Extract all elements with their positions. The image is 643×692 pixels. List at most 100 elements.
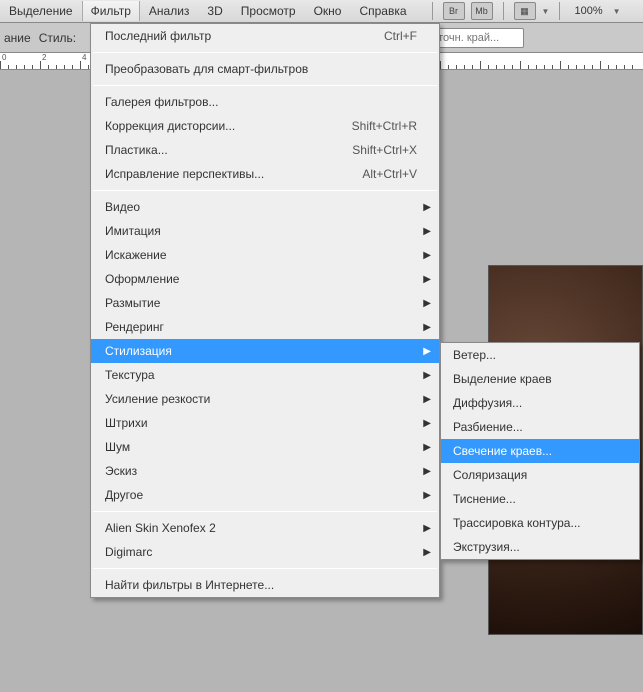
- menu-item-label: Преобразовать для смарт-фильтров: [105, 62, 308, 76]
- menu-view[interactable]: Просмотр: [232, 1, 305, 21]
- menu-item[interactable]: Видео ▶: [91, 195, 439, 219]
- menu-separator: [93, 190, 437, 191]
- ruler-mark: 2: [42, 53, 46, 62]
- submenu-item[interactable]: Свечение краев...: [441, 439, 639, 463]
- shortcut-label: Alt+Ctrl+V: [362, 167, 417, 181]
- submenu-arrow-icon: ▶: [423, 547, 431, 558]
- menu-item-label: Размытие: [105, 296, 160, 310]
- menu-item-label: Найти фильтры в Интернете...: [105, 578, 274, 592]
- menu-item[interactable]: Преобразовать для смарт-фильтров: [91, 57, 439, 81]
- menu-separator: [93, 511, 437, 512]
- menu-help[interactable]: Справка: [350, 1, 415, 21]
- submenu-item[interactable]: Тиснение...: [441, 487, 639, 511]
- menu-item[interactable]: Эскиз ▶: [91, 459, 439, 483]
- menu-filter[interactable]: Фильтр: [82, 1, 140, 21]
- menu-item[interactable]: Усиление резкости ▶: [91, 387, 439, 411]
- menu-item-label: Рендеринг: [105, 320, 164, 334]
- menu-item[interactable]: Галерея фильтров...: [91, 90, 439, 114]
- divider: [503, 2, 504, 20]
- menu-item-label: Галерея фильтров...: [105, 95, 218, 109]
- style-label: Стиль:: [39, 31, 76, 45]
- menu-item-label: Видео: [105, 200, 140, 214]
- submenu-arrow-icon: ▶: [423, 298, 431, 309]
- menu-separator: [93, 52, 437, 53]
- chevron-down-icon[interactable]: ▼: [542, 7, 550, 16]
- stylize-submenu: Ветер...Выделение краевДиффузия...Разбие…: [440, 342, 640, 560]
- menu-3d[interactable]: 3D: [198, 1, 231, 21]
- menu-item[interactable]: Alien Skin Xenofex 2 ▶: [91, 516, 439, 540]
- submenu-arrow-icon: ▶: [423, 370, 431, 381]
- menu-item-label: Эскиз: [105, 464, 137, 478]
- screen-mode-icon[interactable]: ▦: [514, 2, 536, 20]
- menu-item-label: Шум: [105, 440, 130, 454]
- menu-item[interactable]: Коррекция дисторсии... Shift+Ctrl+R: [91, 114, 439, 138]
- submenu-arrow-icon: ▶: [423, 442, 431, 453]
- menu-item-label: Alien Skin Xenofex 2: [105, 521, 216, 535]
- menu-item[interactable]: Имитация ▶: [91, 219, 439, 243]
- menu-vydelenie[interactable]: Выделение: [0, 1, 82, 21]
- submenu-arrow-icon: ▶: [423, 346, 431, 357]
- ruler-mark: 4: [82, 53, 86, 62]
- menu-separator: [93, 85, 437, 86]
- menu-item[interactable]: Другое ▶: [91, 483, 439, 507]
- menu-window[interactable]: Окно: [305, 1, 351, 21]
- menu-item-label: Оформление: [105, 272, 179, 286]
- menu-item[interactable]: Исправление перспективы... Alt+Ctrl+V: [91, 162, 439, 186]
- submenu-arrow-icon: ▶: [423, 523, 431, 534]
- menu-item-label: Другое: [105, 488, 143, 502]
- menu-item-label: Последний фильтр: [105, 29, 211, 43]
- submenu-item[interactable]: Разбиение...: [441, 415, 639, 439]
- menu-item-label: Стилизация: [105, 344, 172, 358]
- tool-label: ание: [4, 31, 31, 45]
- app-icon-1[interactable]: Br: [443, 2, 465, 20]
- menu-item-label: Digimarc: [105, 545, 152, 559]
- submenu-item[interactable]: Диффузия...: [441, 391, 639, 415]
- submenu-item[interactable]: Соляризация: [441, 463, 639, 487]
- menu-item-label: Исправление перспективы...: [105, 167, 264, 181]
- menu-item[interactable]: Стилизация ▶: [91, 339, 439, 363]
- submenu-item[interactable]: Экструзия...: [441, 535, 639, 559]
- menu-item[interactable]: Digimarc ▶: [91, 540, 439, 564]
- submenu-item[interactable]: Ветер...: [441, 343, 639, 367]
- menu-item[interactable]: Искажение ▶: [91, 243, 439, 267]
- menu-item-label: Усиление резкости: [105, 392, 210, 406]
- menu-item-label: Искажение: [105, 248, 167, 262]
- submenu-item[interactable]: Трассировка контура...: [441, 511, 639, 535]
- menu-item[interactable]: Найти фильтры в Интернете...: [91, 573, 439, 597]
- menu-separator: [93, 568, 437, 569]
- menu-item[interactable]: Оформление ▶: [91, 267, 439, 291]
- menu-item[interactable]: Штрихи ▶: [91, 411, 439, 435]
- menubar: Выделение Фильтр Анализ 3D Просмотр Окно…: [0, 0, 643, 23]
- submenu-arrow-icon: ▶: [423, 226, 431, 237]
- submenu-arrow-icon: ▶: [423, 202, 431, 213]
- menu-item[interactable]: Размытие ▶: [91, 291, 439, 315]
- submenu-arrow-icon: ▶: [423, 466, 431, 477]
- menu-item[interactable]: Текстура ▶: [91, 363, 439, 387]
- menu-item[interactable]: Последний фильтр Ctrl+F: [91, 24, 439, 48]
- menu-item[interactable]: Рендеринг▶: [91, 315, 439, 339]
- menu-item[interactable]: Шум ▶: [91, 435, 439, 459]
- shortcut-label: Shift+Ctrl+R: [352, 119, 417, 133]
- app-icon-2[interactable]: Mb: [471, 2, 493, 20]
- submenu-arrow-icon: ▶: [423, 418, 431, 429]
- menu-item-label: Имитация: [105, 224, 161, 238]
- submenu-arrow-icon: ▶: [423, 274, 431, 285]
- divider: [432, 2, 433, 20]
- zoom-level[interactable]: 100%: [570, 5, 606, 17]
- menu-item-label: Штрихи: [105, 416, 148, 430]
- menu-analiz[interactable]: Анализ: [140, 1, 199, 21]
- menu-item-label: Коррекция дисторсии...: [105, 119, 235, 133]
- menu-item-label: Текстура: [105, 368, 155, 382]
- divider: [559, 2, 560, 20]
- shortcut-label: Shift+Ctrl+X: [352, 143, 417, 157]
- ruler-mark: 0: [2, 53, 6, 62]
- shortcut-label: Ctrl+F: [384, 29, 417, 43]
- submenu-arrow-icon: ▶: [423, 250, 431, 261]
- submenu-arrow-icon: ▶: [423, 394, 431, 405]
- filter-menu-dropdown: Последний фильтр Ctrl+F Преобразовать для …: [90, 23, 440, 598]
- chevron-down-icon[interactable]: ▼: [613, 7, 621, 16]
- menu-item[interactable]: Пластика... Shift+Ctrl+X: [91, 138, 439, 162]
- menu-item-label: Пластика...: [105, 143, 168, 157]
- submenu-arrow-icon: ▶: [423, 490, 431, 501]
- submenu-item[interactable]: Выделение краев: [441, 367, 639, 391]
